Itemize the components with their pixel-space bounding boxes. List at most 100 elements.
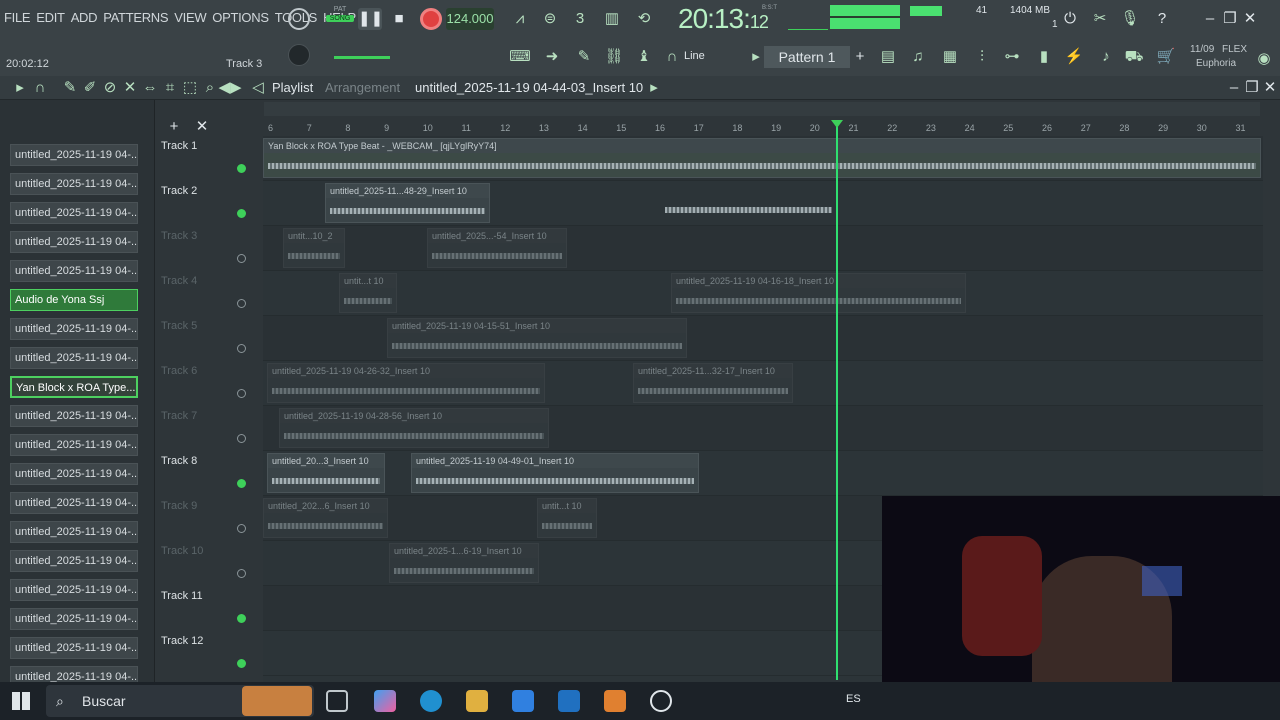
browser-item[interactable]: Yan Block x ROA Type... [10, 376, 138, 398]
menu-edit[interactable]: EDIT [36, 10, 65, 25]
browser-item[interactable]: untitled_2025-11-19 04-... [10, 202, 138, 224]
remove-track-icon[interactable]: ✕ [190, 116, 214, 138]
track-mute-led[interactable] [237, 614, 246, 623]
audio-clip[interactable]: Yan Block x ROA Type Beat - _WEBCAM_ [qj… [263, 138, 1261, 178]
plugin-icon[interactable]: ▮ [1032, 46, 1056, 68]
track-mute-led[interactable] [237, 389, 246, 398]
playlist-icon[interactable]: ▤ [876, 46, 900, 68]
track-mute-led[interactable] [237, 299, 246, 308]
audio-clip[interactable]: untitled_2025...-54_Insert 10 [427, 228, 567, 268]
record-button[interactable] [420, 8, 442, 30]
cut-tools-icon[interactable]: ✂ [1088, 8, 1112, 30]
audio-clip[interactable]: untitled_2025-11-19 04-15-51_Insert 10 [387, 318, 687, 358]
browser-item[interactable]: untitled_2025-11-19 04-... [10, 550, 138, 572]
audio-clip[interactable]: untitled_2025-11-19 04-49-01_Insert 10 [411, 453, 699, 493]
track-mute-led[interactable] [237, 569, 246, 578]
guitar-icon[interactable]: ♪ [1094, 46, 1118, 68]
stamp-icon[interactable]: ♝ [632, 46, 656, 68]
help-icon[interactable]: ? [1150, 8, 1174, 30]
audio-clip[interactable]: untitled_2025-11...32-17_Insert 10 [633, 363, 793, 403]
audio-clip[interactable]: untitled_2025-11-19 04-26-32_Insert 10 [267, 363, 545, 403]
playback-tool-icon[interactable]: ◀▶ [218, 77, 242, 99]
magnet-icon[interactable]: ∩ [28, 77, 52, 99]
track-mute-led[interactable] [237, 344, 246, 353]
browser-item[interactable]: untitled_2025-11-19 04-... [10, 173, 138, 195]
obs-icon[interactable] [650, 690, 672, 712]
track-label[interactable]: Track 1 [161, 140, 197, 152]
power-icon[interactable]: ⏻ [1058, 8, 1082, 30]
browser-item[interactable]: untitled_2025-11-19 04-... [10, 521, 138, 543]
audio-clip[interactable]: untitled_2025-1...6-19_Insert 10 [389, 543, 539, 583]
wait-input-icon[interactable]: ⊜ [538, 8, 562, 30]
mixer-icon[interactable]: ⫶ [970, 46, 994, 68]
track-label[interactable]: Track 8 [161, 455, 197, 467]
pat-song-toggle[interactable]: PAT SONG [326, 6, 354, 32]
task-view-icon[interactable] [326, 690, 348, 712]
audio-clip[interactable]: untitled_2025-11-19 04-16-18_Insert 10 [671, 273, 966, 313]
countdown-icon[interactable]: 3 [568, 8, 592, 30]
browser-item[interactable]: untitled_2025-11-19 04-... [10, 463, 138, 485]
audio-clip[interactable]: untitled_2025-11-19 04-28-56_Insert 10 [279, 408, 549, 448]
playhead-marker-icon[interactable] [831, 120, 843, 128]
cart-icon[interactable]: ⛟ [1122, 46, 1146, 68]
keyboard-icon[interactable]: ⌨ [508, 46, 532, 68]
audio-clip[interactable]: untit...t 10 [537, 498, 597, 538]
magnet-icon[interactable]: ∩ [660, 46, 684, 68]
track-mute-led[interactable] [237, 659, 246, 668]
snap-select[interactable]: Line [684, 50, 705, 62]
pl-close-icon[interactable]: ✕ [1258, 77, 1280, 99]
metronome-icon[interactable]: ⩘ [508, 8, 532, 30]
browser-item[interactable]: untitled_2025-11-19 04-... [10, 434, 138, 456]
audio-clip[interactable]: untitled_202...6_Insert 10 [263, 498, 388, 538]
audio-clip[interactable]: untit...t 10 [339, 273, 397, 313]
tempo-display[interactable]: 124.000 [446, 8, 494, 30]
browser-item[interactable]: untitled_2025-11-19 04-... [10, 231, 138, 253]
add-pattern-icon[interactable]: + [848, 46, 872, 68]
browser-item[interactable]: untitled_2025-11-19 04-... [10, 318, 138, 340]
track-label[interactable]: Track 7 [161, 410, 197, 422]
channel-rack-icon[interactable]: ▦ [938, 46, 962, 68]
browser-item[interactable]: untitled_2025-11-19 04-... [10, 405, 138, 427]
track-mute-led[interactable] [237, 209, 246, 218]
menu-view[interactable]: VIEW [174, 10, 206, 25]
playlist-menu-icon[interactable]: ◁ [246, 77, 270, 99]
edge-icon[interactable] [420, 690, 442, 712]
store-icon[interactable] [512, 690, 534, 712]
add-track-icon[interactable]: + [162, 116, 186, 138]
link-icon[interactable]: ⛓ [602, 46, 626, 68]
pencil-icon[interactable]: ✎ [572, 46, 596, 68]
audio-clip[interactable]: untit...10_2 [283, 228, 345, 268]
browser-item[interactable]: untitled_2025-11-19 04-... [10, 260, 138, 282]
master-volume-slider[interactable] [334, 56, 390, 59]
plug-icon[interactable]: ⚡ [1062, 46, 1086, 68]
close-icon[interactable]: ✕ [1238, 8, 1262, 30]
microphone-icon[interactable]: 🎙 [1118, 8, 1142, 30]
browser-icon[interactable]: ⊶ [1000, 46, 1024, 68]
track-label[interactable]: Track 6 [161, 365, 197, 377]
browser-item[interactable]: untitled_2025-11-19 04-... [10, 144, 138, 166]
track-label[interactable]: Track 12 [161, 635, 203, 647]
menu-file[interactable]: FILE [4, 10, 31, 25]
timeline-ruler[interactable]: 6 7 8 9 10 11 12 13 14 15 16 17 18 19 20 21 22 23 24 25 26 27… [263, 120, 1263, 136]
stop-icon[interactable]: ■ [387, 8, 411, 30]
menu-patterns[interactable]: PATTERNS [103, 10, 168, 25]
browser-item[interactable]: untitled_2025-11-19 04-... [10, 608, 138, 630]
track-label[interactable]: Track 2 [161, 185, 197, 197]
track-label[interactable]: Track 9 [161, 500, 197, 512]
track-lane[interactable] [263, 226, 1263, 271]
overview-bar[interactable] [264, 102, 1260, 116]
pattern-select[interactable]: Pattern 1 [764, 46, 850, 68]
track-mute-led[interactable] [237, 434, 246, 443]
piano-roll-icon[interactable]: ♫ [906, 46, 930, 68]
fl-studio-icon[interactable] [604, 690, 626, 712]
browser-item[interactable]: Audio de Yona Ssj [10, 289, 138, 311]
mail-icon[interactable] [558, 690, 580, 712]
arrow-right-icon[interactable]: ➜ [540, 46, 564, 68]
browser-item[interactable]: untitled_2025-11-19 04-... [10, 347, 138, 369]
copilot-icon[interactable] [374, 690, 396, 712]
audio-clip[interactable]: untitled_2025-11...48-29_Insert 10 [325, 183, 490, 223]
audio-clip[interactable]: untitled_20...3_Insert 10 [267, 453, 385, 493]
track-mute-led[interactable] [237, 254, 246, 263]
track-mute-led[interactable] [237, 524, 246, 533]
browser-item[interactable]: untitled_2025-11-19 04-... [10, 579, 138, 601]
